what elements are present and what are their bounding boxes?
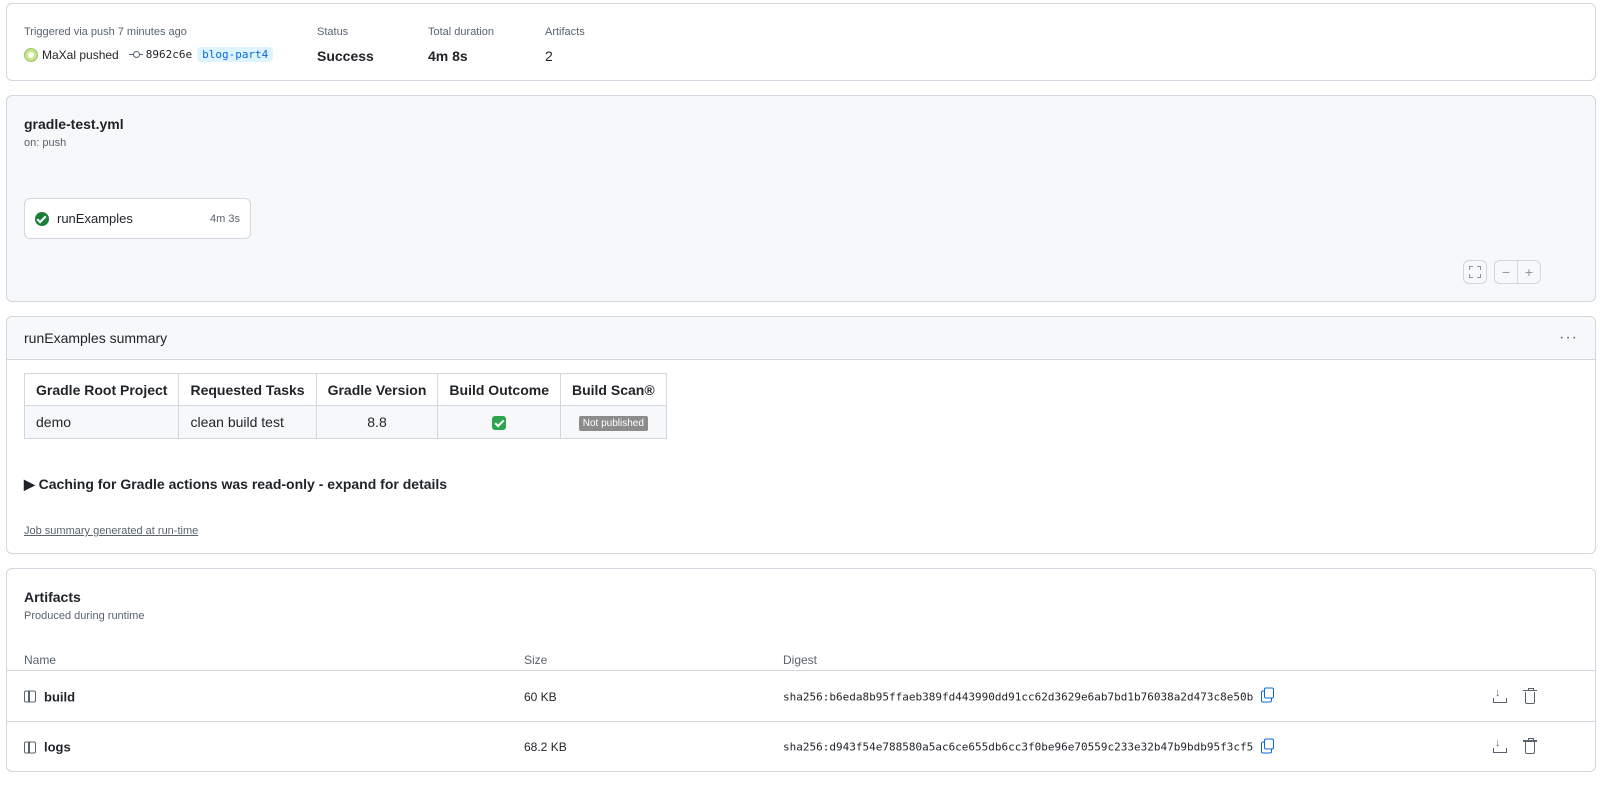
artifacts-info: Artifacts 2 — [545, 26, 585, 64]
commit-sha-link[interactable]: 8962c6e — [146, 48, 192, 61]
duration-label: Total duration — [428, 26, 495, 38]
check-mark-icon — [492, 416, 507, 431]
column-header: Requested Tasks — [178, 373, 317, 406]
job-name: runExamples — [57, 211, 133, 226]
build-outcome-cell — [437, 405, 561, 439]
trash-icon — [1523, 738, 1537, 754]
workflow-graph-card: gradle-test.yml on: push runExamples 4m … — [6, 95, 1596, 302]
actor-avatar[interactable] — [24, 47, 38, 62]
copy-icon[interactable] — [1261, 687, 1275, 703]
download-icon — [1493, 687, 1507, 703]
artifacts-subtitle: Produced during runtime — [24, 610, 145, 622]
delete-button[interactable] — [1523, 687, 1537, 704]
artifact-name-cell: logs — [24, 740, 71, 755]
artifacts-title: Artifacts — [24, 589, 81, 605]
column-header-digest: Digest — [783, 653, 818, 667]
artifact-name[interactable]: build — [44, 689, 75, 704]
delete-button[interactable] — [1523, 738, 1537, 754]
table-row: demo clean build test 8.8 Not published — [23, 405, 667, 439]
duration-value: 4m 8s — [428, 48, 468, 64]
kebab-menu-icon[interactable]: ··· — [1559, 329, 1578, 347]
artifact-digest-cell: sha256:d943f54e788580a5ac6ce655db6cc3f0b… — [783, 738, 1275, 754]
requested-tasks-cell: clean build test — [178, 405, 317, 439]
status-value: Success — [317, 48, 374, 64]
column-header: Build Outcome — [437, 373, 561, 406]
artifact-row: build 60 KB sha256:b6eda8b95ffaeb389fd44… — [7, 672, 1595, 722]
fullscreen-button[interactable] — [1463, 260, 1487, 284]
artifact-size: 60 KB — [524, 689, 557, 704]
build-scan-cell: Not published — [559, 405, 667, 439]
download-button[interactable] — [1493, 687, 1507, 703]
artifact-name-cell: build — [24, 689, 75, 704]
status-info: Status Success — [317, 26, 374, 64]
root-project-cell: demo — [23, 405, 180, 439]
trash-icon — [1523, 687, 1537, 704]
gradle-summary-table: Gradle Root Project Requested Tasks Grad… — [23, 373, 667, 439]
trigger-label: Triggered via push 7 minutes ago — [24, 26, 187, 38]
package-icon — [24, 741, 36, 753]
actor-text[interactable]: MaXal pushed — [42, 48, 119, 62]
table-header-row: Gradle Root Project Requested Tasks Grad… — [23, 373, 667, 406]
status-label: Status — [317, 26, 349, 38]
column-header: Gradle Root Project — [23, 373, 180, 406]
not-published-badge: Not published — [578, 416, 648, 431]
artifact-digest-cell: sha256:b6eda8b95ffaeb389fd443990dd91cc62… — [783, 687, 1275, 703]
branch-badge[interactable]: blog-part4 — [197, 47, 274, 62]
column-header-name: Name — [24, 653, 57, 667]
run-info-card: Triggered via push 7 minutes ago MaXal p… — [6, 3, 1596, 81]
caching-details-toggle[interactable]: ▶ Caching for Gradle actions was read-on… — [24, 476, 447, 493]
job-summary-card: runExamples summary ··· Gradle Root Proj… — [6, 316, 1596, 554]
artifacts-table-header: Name Size Digest — [7, 639, 1595, 671]
artifact-digest: sha256:d943f54e788580a5ac6ce655db6cc3f0b… — [783, 740, 1254, 754]
summary-header: runExamples summary ··· — [7, 317, 1595, 360]
artifacts-count-label: Artifacts — [545, 26, 585, 38]
column-header-size: Size — [524, 653, 548, 667]
git-commit-icon — [128, 50, 143, 60]
artifact-digest: sha256:b6eda8b95ffaeb389fd443990dd91cc62… — [783, 690, 1254, 703]
check-circle-icon — [35, 211, 49, 226]
column-header: Gradle Version — [315, 373, 439, 406]
duration-info: Total duration 4m 8s — [428, 26, 494, 64]
copy-icon[interactable] — [1261, 738, 1275, 753]
artifacts-card: Artifacts Produced during runtime Name S… — [6, 568, 1596, 772]
artifacts-count-value[interactable]: 2 — [545, 48, 585, 64]
download-icon — [1493, 737, 1507, 753]
artifact-size: 68.2 KB — [524, 740, 567, 754]
zoom-in-button[interactable]: + — [1517, 260, 1541, 284]
trigger-info: Triggered via push 7 minutes ago MaXal p… — [24, 26, 274, 62]
job-duration: 4m 3s — [210, 212, 240, 225]
zoom-out-button[interactable]: − — [1494, 260, 1518, 284]
gradle-version-cell: 8.8 — [315, 405, 439, 439]
artifact-row: logs 68.2 KB sha256:d943f54e788580a5ac6c… — [7, 722, 1595, 771]
workflow-trigger: on: push — [24, 137, 67, 149]
summary-title: runExamples summary — [24, 330, 168, 346]
download-button[interactable] — [1493, 737, 1507, 753]
package-icon — [24, 690, 36, 703]
column-header: Build Scan® — [559, 373, 667, 406]
fullscreen-icon — [1469, 266, 1481, 278]
summary-footnote-link[interactable]: Job summary generated at run-time — [24, 525, 198, 537]
artifact-name[interactable]: logs — [44, 740, 71, 755]
workflow-file-name: gradle-test.yml — [24, 116, 124, 132]
job-node-runexamples[interactable]: runExamples 4m 3s — [24, 198, 251, 239]
